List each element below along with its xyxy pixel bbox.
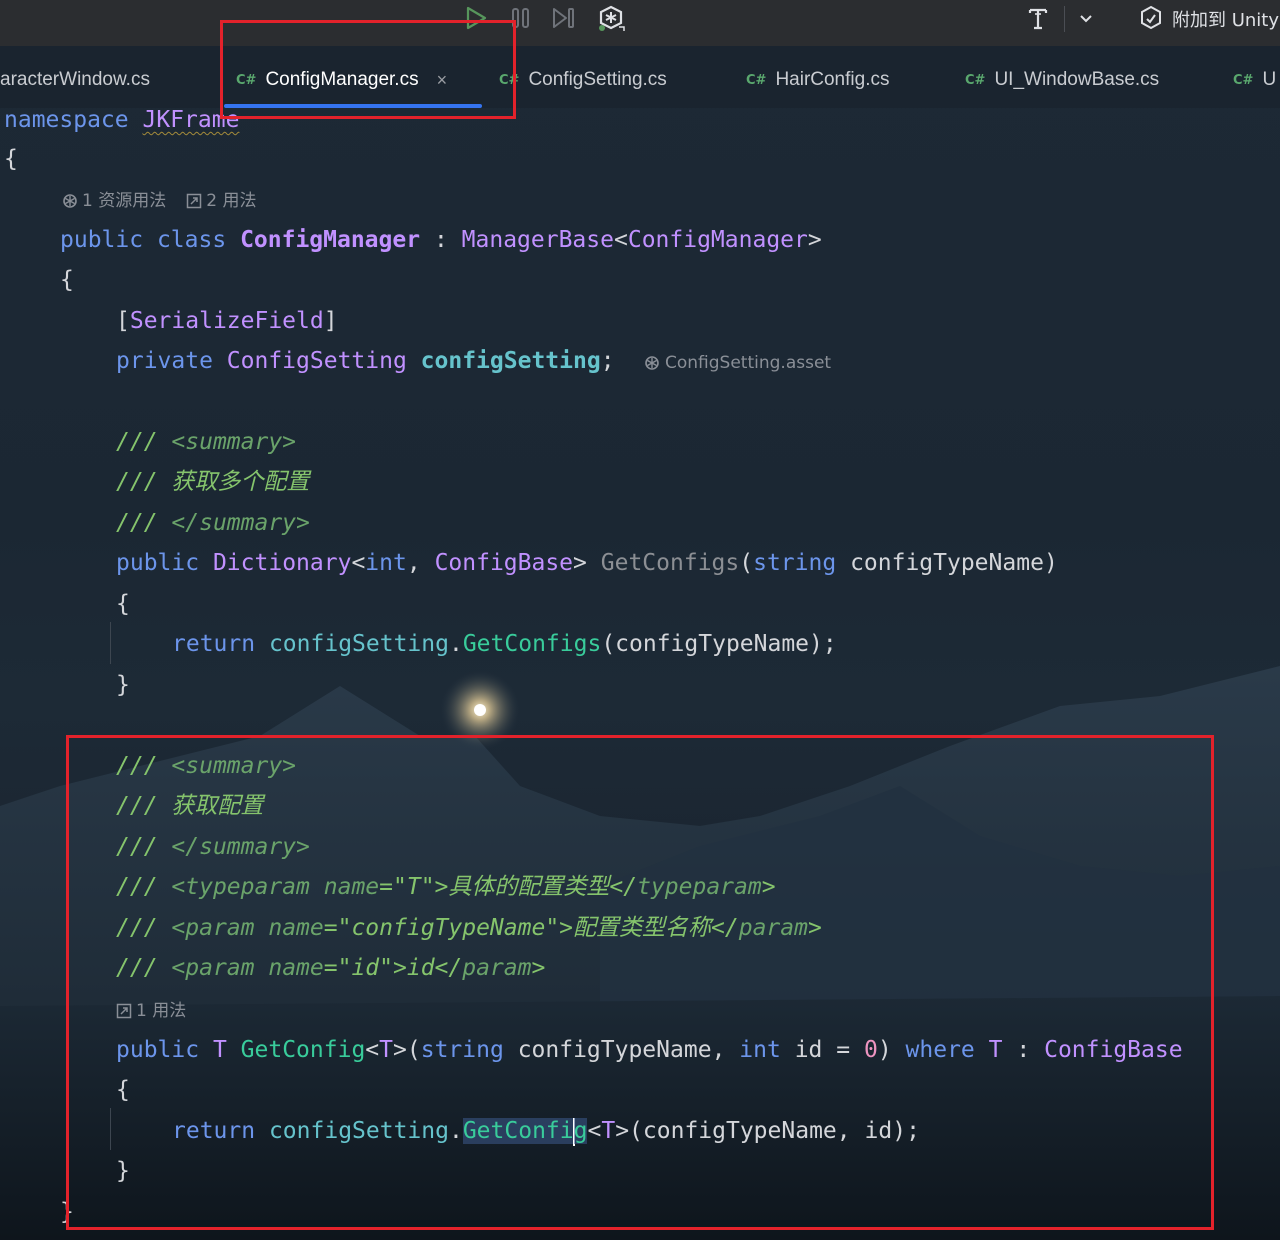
unity-asset-icon [645, 356, 659, 370]
code-line: { [4, 146, 18, 172]
debug-pause-icon[interactable] [508, 4, 534, 32]
tab-label: ConfigManager.cs [265, 69, 419, 90]
editor-tab-bar: aracterWindow.cs C# ConfigManager.cs × C… [0, 46, 1280, 108]
tab-label: UI_WindowBase.cs [994, 69, 1160, 90]
code-line: public Dictionary<int, ConfigBase> GetCo… [116, 550, 1058, 576]
tab-ui-windowbase[interactable]: C# UI_WindowBase.cs [965, 66, 1159, 94]
attach-to-unity-label[interactable]: 附加到 Unity [1172, 6, 1279, 32]
usages-icon [186, 193, 202, 209]
field-asset-hint-label[interactable]: ConfigSetting.asset [665, 351, 831, 375]
usages-icon [116, 1003, 132, 1019]
code-line: public T GetConfig<T>(string configTypeN… [116, 1037, 1183, 1063]
code-line: } [116, 1158, 130, 1184]
tab-label: HairConfig.cs [775, 69, 890, 90]
usages-hint[interactable]: 2 用法 [206, 189, 256, 213]
chevron-down-icon[interactable] [1074, 4, 1098, 32]
field-asset-hint[interactable]: ConfigSetting.asset [644, 351, 831, 375]
unity-asset-icon [63, 194, 77, 208]
font-icon[interactable] [1024, 4, 1052, 32]
code-line: /// 获取配置 [116, 793, 264, 819]
code-line: /// </summary> [116, 510, 310, 536]
tab-overflow[interactable]: C# U [1233, 66, 1276, 94]
code-line: return configSetting.GetConfigs(configTy… [172, 631, 837, 657]
indent-guide [110, 622, 111, 664]
close-icon[interactable]: × [437, 70, 448, 91]
csharp-file-icon: C# [236, 72, 257, 88]
run-icon[interactable] [462, 4, 490, 32]
code-line: [SerializeField] [116, 308, 338, 334]
code-line: { [60, 267, 74, 293]
tab-configsetting[interactable]: C# ConfigSetting.cs [499, 66, 667, 94]
code-line: /// <summary> [116, 753, 297, 779]
code-line: /// 获取多个配置 [116, 469, 310, 495]
tab-label: ConfigSetting.cs [528, 69, 667, 90]
tab-hairconfig[interactable]: C# HairConfig.cs [746, 66, 889, 94]
csharp-file-icon: C# [1233, 72, 1254, 88]
tab-label: aracterWindow.cs [0, 69, 150, 90]
indent-guide [110, 1108, 111, 1150]
code-line: } [116, 672, 130, 698]
attach-icon[interactable] [1138, 4, 1164, 32]
csharp-file-icon: C# [499, 72, 520, 88]
code-line: return configSetting.GetConfig<T>(config… [172, 1117, 920, 1146]
csharp-file-icon: C# [965, 72, 986, 88]
code-line: /// </summary> [116, 834, 310, 860]
code-line: public class ConfigManager : ManagerBase… [60, 227, 822, 253]
code-line: { [116, 591, 130, 617]
asset-usages-hint[interactable]: 1 资源用法 [82, 189, 166, 213]
code-line: } [60, 1199, 74, 1225]
code-line: /// <summary> [116, 429, 297, 455]
code-editor[interactable]: namespace JKFrame { 1 资源用法 2 用法 public c… [0, 107, 1280, 1240]
step-over-icon[interactable] [550, 4, 578, 32]
unity-settings-icon[interactable] [596, 4, 628, 32]
tab-configmanager[interactable]: C# ConfigManager.cs × [236, 66, 447, 94]
method-usage-hint[interactable]: 1 用法 [116, 999, 186, 1023]
toolbar-divider [1064, 6, 1065, 32]
tab-label: U [1262, 69, 1277, 90]
code-line: { [116, 1077, 130, 1103]
csharp-file-icon: C# [746, 72, 767, 88]
class-usage-hints[interactable]: 1 资源用法 2 用法 [62, 189, 256, 213]
code-line: namespace JKFrame [4, 107, 240, 133]
code-line: /// <param name="id">id</param> [116, 955, 546, 981]
method-usages-label[interactable]: 1 用法 [136, 999, 186, 1023]
code-line: /// <param name="configTypeName">配置类型名称<… [116, 915, 822, 941]
top-toolbar: 附加到 Unity [0, 0, 1280, 46]
code-line: /// <typeparam name="T">具体的配置类型</typepar… [116, 874, 776, 900]
code-line: private ConfigSetting configSetting; [116, 348, 615, 374]
tab-characterwindow[interactable]: aracterWindow.cs [0, 66, 150, 94]
